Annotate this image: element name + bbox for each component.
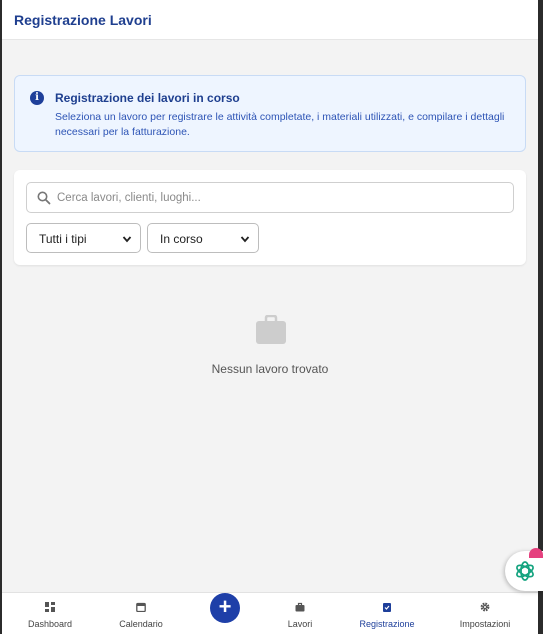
nav-label: Dashboard bbox=[27, 619, 73, 629]
dashboard-icon bbox=[45, 602, 55, 612]
assistant-button[interactable] bbox=[505, 548, 543, 591]
search-icon bbox=[37, 191, 51, 205]
calendar-icon bbox=[136, 602, 146, 612]
nav-item-registrazione[interactable]: Registrazione bbox=[352, 593, 422, 634]
assistant-icon bbox=[516, 561, 534, 581]
page-title: Registrazione Lavori bbox=[14, 12, 152, 28]
nav-label: Lavori bbox=[287, 619, 313, 629]
info-icon: i bbox=[30, 91, 44, 105]
info-banner: i Registrazione dei lavori in corso Sele… bbox=[14, 75, 526, 152]
briefcase-icon bbox=[295, 602, 305, 612]
type-select-value: Tutti i tipi bbox=[39, 232, 87, 246]
nav-label: Calendario bbox=[119, 619, 163, 629]
nav-label: Impostazioni bbox=[459, 619, 511, 629]
status-select[interactable]: In corso bbox=[147, 223, 259, 253]
bottom-nav: Dashboard Calendario Lavori Registrazion… bbox=[2, 592, 538, 634]
notification-dot bbox=[529, 548, 543, 558]
info-title: Registrazione dei lavori in corso bbox=[55, 91, 240, 105]
empty-message: Nessun lavoro trovato bbox=[211, 362, 329, 376]
filters-card: Cerca lavori, clienti, luoghi... Tutti i… bbox=[14, 170, 526, 265]
nav-item-dashboard[interactable]: Dashboard bbox=[18, 593, 82, 634]
app-header: Registrazione Lavori bbox=[2, 0, 538, 40]
app-window: Registrazione Lavori i Registrazione dei… bbox=[2, 0, 538, 634]
chevron-down-icon bbox=[122, 236, 132, 243]
info-text: Seleziona un lavoro per registrare le at… bbox=[55, 111, 505, 138]
chevron-down-icon bbox=[240, 236, 250, 243]
type-select[interactable]: Tutti i tipi bbox=[26, 223, 141, 253]
nav-item-calendario[interactable]: Calendario bbox=[110, 593, 172, 634]
nav-item-impostazioni[interactable]: Impostazioni bbox=[450, 593, 520, 634]
add-button[interactable]: + bbox=[210, 593, 240, 623]
gear-icon bbox=[480, 602, 490, 612]
nav-item-lavori[interactable]: Lavori bbox=[274, 593, 326, 634]
briefcase-icon bbox=[256, 315, 286, 344]
nav-label: Registrazione bbox=[359, 619, 415, 629]
search-input[interactable]: Cerca lavori, clienti, luoghi... bbox=[26, 182, 514, 213]
search-placeholder: Cerca lavori, clienti, luoghi... bbox=[57, 192, 201, 204]
clipboard-check-icon bbox=[383, 603, 391, 612]
status-select-value: In corso bbox=[160, 232, 203, 246]
window-edge bbox=[538, 0, 543, 634]
